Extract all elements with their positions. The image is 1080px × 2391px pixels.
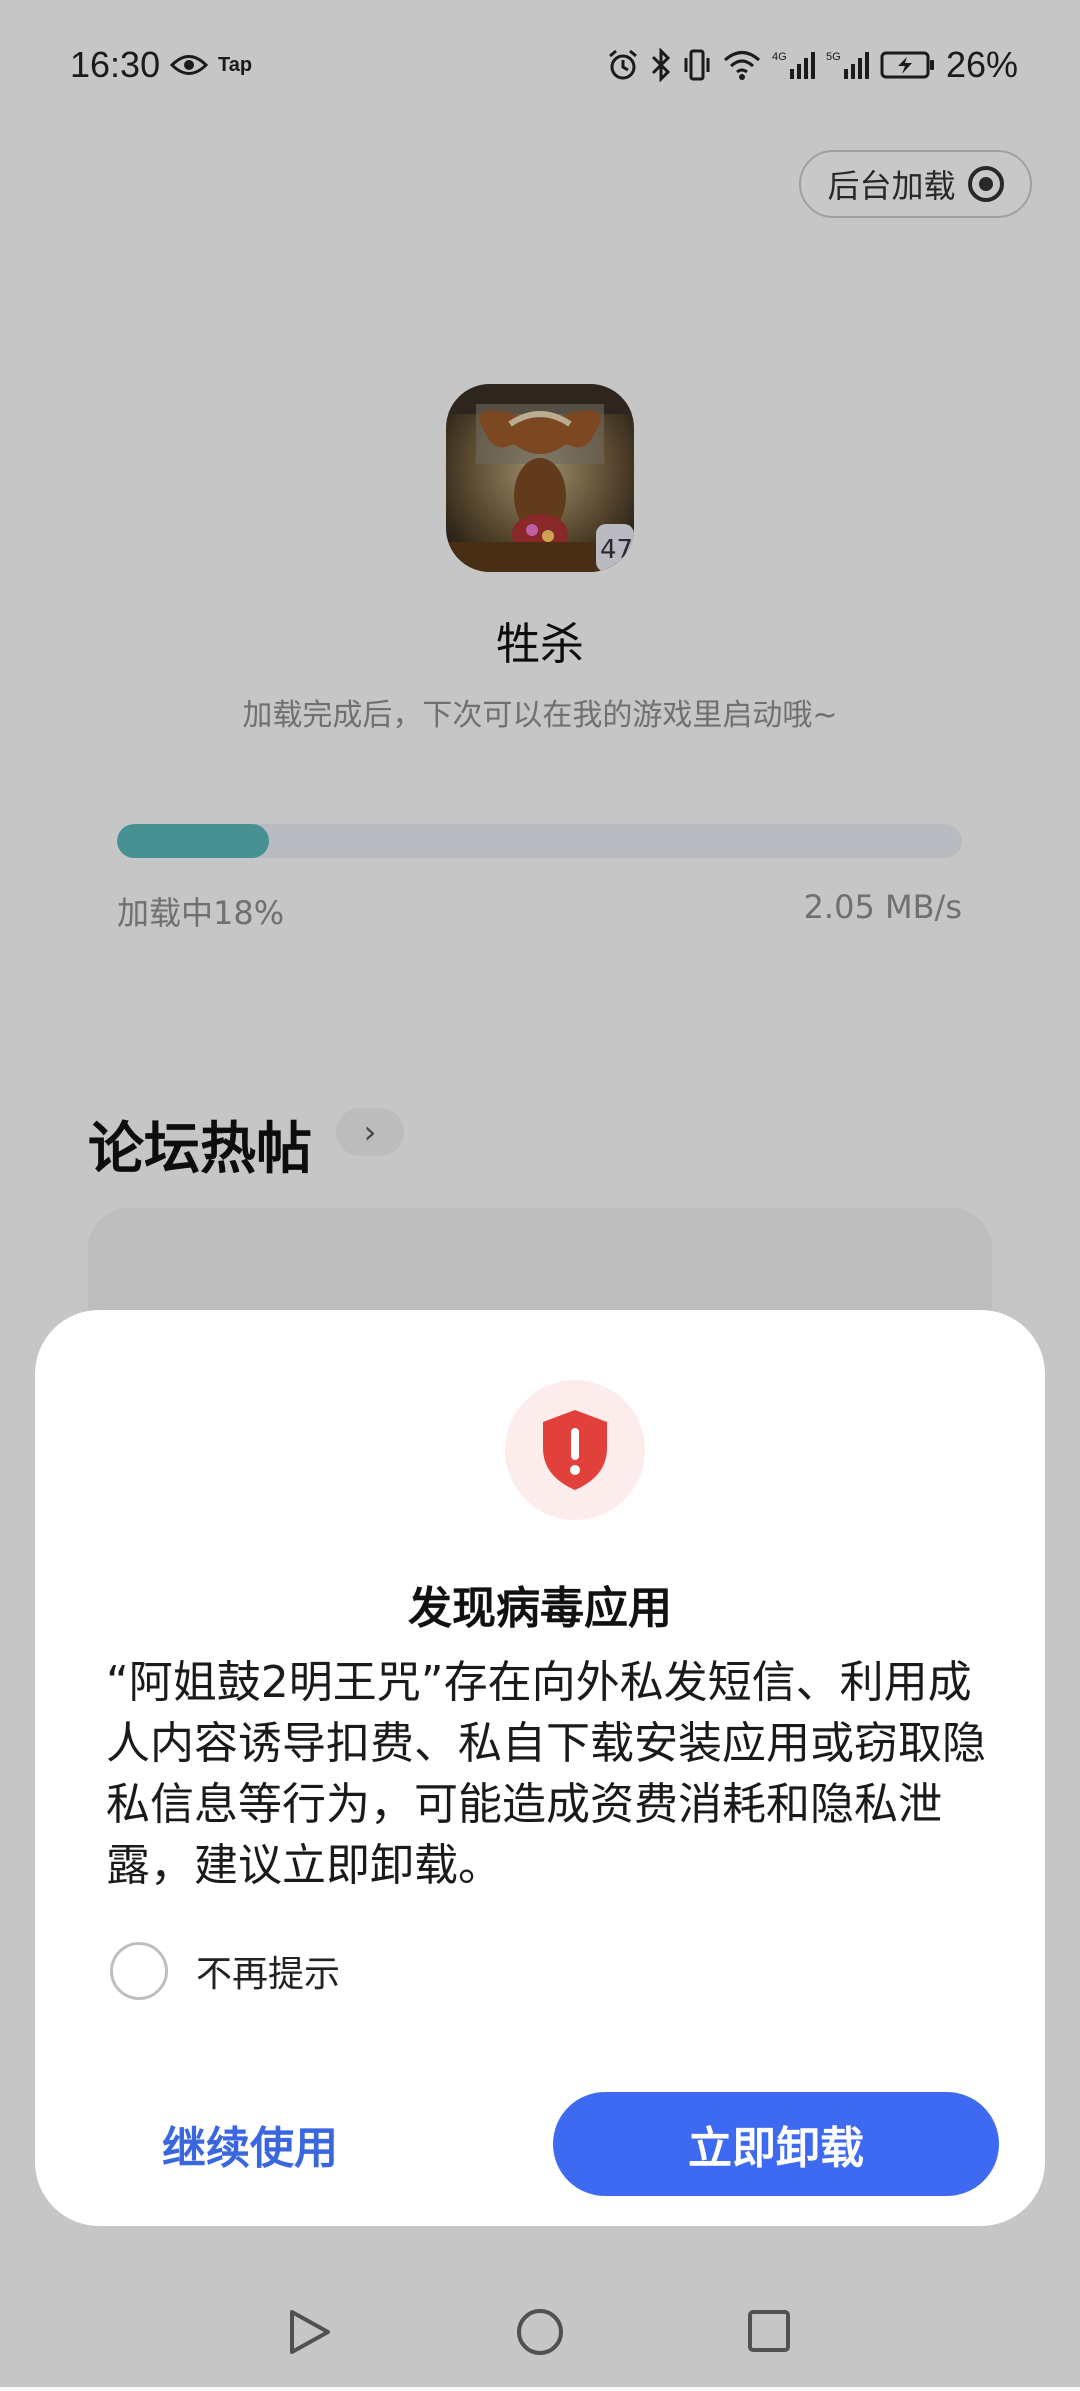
- no-remind-radio[interactable]: [110, 1942, 168, 2000]
- uninstall-now-button[interactable]: 立即卸载: [553, 2092, 999, 2196]
- continue-using-button[interactable]: 继续使用: [125, 2092, 375, 2196]
- shield-warning-icon: [505, 1380, 645, 1520]
- dialog-message: “阿姐鼓2明王咒”存在向外私发短信、利用成人内容诱导扣费、私自下载安装应用或窃取…: [106, 1657, 986, 1891]
- dialog-title: 发现病毒应用: [408, 1583, 672, 1634]
- virus-warning-dialog: 发现病毒应用 “阿姐鼓2明王咒”存在向外私发短信、利用成人内容诱导扣费、私自下载…: [35, 1310, 1045, 2226]
- no-remind-option[interactable]: 不再提示: [110, 1942, 340, 2000]
- no-remind-label: 不再提示: [196, 1954, 341, 1995]
